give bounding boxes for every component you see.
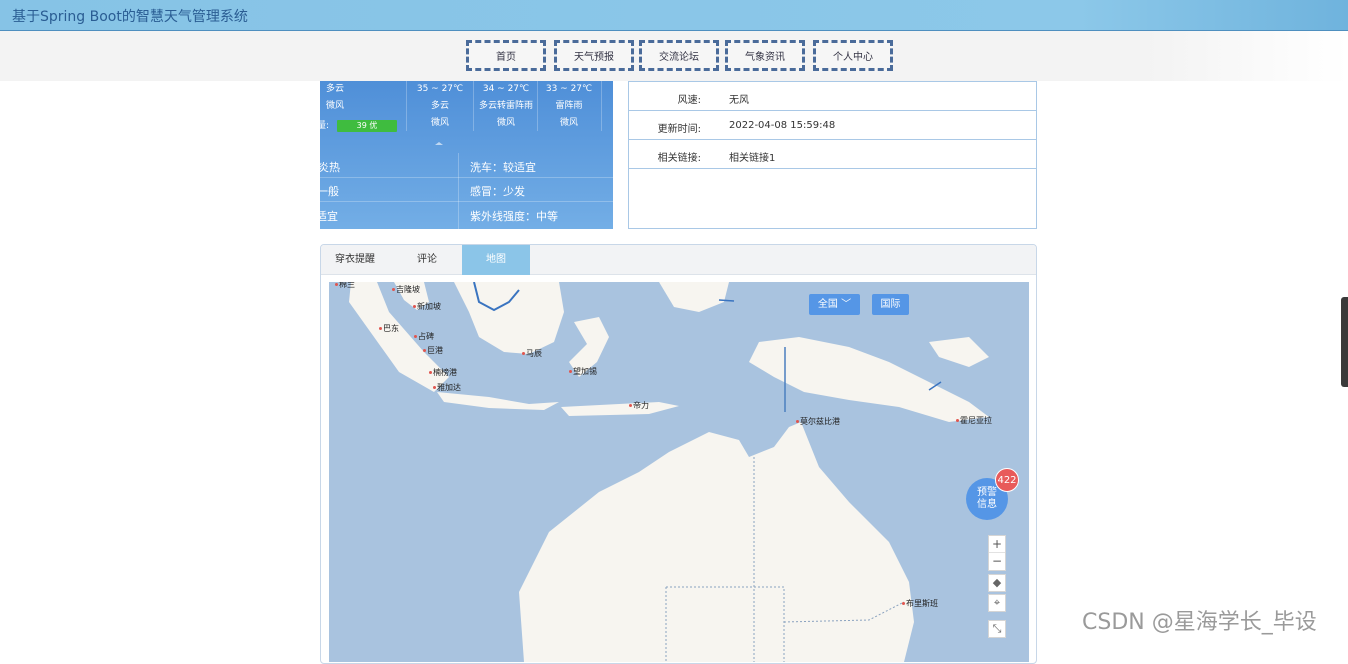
alert-count-badge: 422: [995, 468, 1019, 492]
city-label[interactable]: 望加锡: [569, 366, 597, 377]
main-nav: 首页 天气预报 交流论坛 气象资讯 个人中心: [0, 31, 1348, 81]
city-label[interactable]: 莫尔兹比港: [796, 416, 840, 427]
landmass: [929, 337, 989, 367]
city-label[interactable]: 新加坡: [413, 301, 441, 312]
watermark: CSDN @星海学长_毕设: [1082, 610, 1317, 635]
city-label[interactable]: 棉兰: [335, 282, 355, 290]
zoom-control: + −: [988, 535, 1006, 571]
tab-panel: 穿衣提醒 评论 地图 棉兰 吉隆坡 新加坡 巴东 占碑 巨港 楠榜港 雅加达 马…: [320, 244, 1037, 664]
forecast-desc: 雷阵雨: [555, 101, 583, 111]
tip-cold: 感冒：少发: [470, 185, 525, 198]
info-key: 风速:: [677, 95, 701, 106]
nav-profile[interactable]: 个人中心: [813, 40, 893, 71]
collapse-arrow-icon[interactable]: [435, 141, 443, 145]
tab-clothing[interactable]: 穿衣提醒: [321, 245, 389, 275]
landmass: [437, 392, 559, 410]
landmass: [454, 282, 564, 354]
region-national-button[interactable]: 全国 ﹀: [809, 294, 860, 315]
city-label[interactable]: 吉隆坡: [392, 284, 420, 295]
forecast-wind: 微风: [496, 118, 515, 128]
forecast-temp: 33 ~ 27℃: [545, 84, 593, 94]
weather-info-table: 风速: 无风 更新时间: 2022-04-08 15:59:48 相关链接: 相…: [628, 81, 1037, 229]
alert-text-2: 信息: [977, 499, 997, 510]
landmass: [561, 402, 679, 416]
info-row-link: 相关链接: 相关链接1: [629, 140, 1036, 169]
zoom-in-button[interactable]: +: [989, 536, 1005, 553]
tip-carwash: 洗车：较适宜: [470, 161, 536, 174]
forecast-temp: 35 ~ 27℃: [416, 84, 464, 94]
nav-forecast[interactable]: 天气预报: [554, 40, 634, 71]
locate-icon[interactable]: ⌖: [988, 594, 1006, 612]
weather-map[interactable]: 棉兰 吉隆坡 新加坡 巴东 占碑 巨港 楠榜港 雅加达 马辰 望加锡 帝力 莫尔…: [329, 282, 1029, 662]
today-weather: 多云 微风: [326, 81, 386, 143]
tip-uv: 紫外线强度：中等: [470, 210, 558, 223]
city-label[interactable]: 马辰: [522, 348, 542, 359]
city-label[interactable]: 雅加达: [433, 382, 461, 393]
nav-home[interactable]: 首页: [466, 40, 546, 71]
city-label[interactable]: 帝力: [629, 400, 649, 411]
forecast-day-2: 34 ~ 27℃ 多云转雷阵雨 微风: [474, 81, 538, 143]
city-label[interactable]: 楠榜港: [429, 367, 457, 378]
app-header: 基于Spring Boot的智慧天气管理系统: [0, 0, 1348, 31]
app-title: 基于Spring Boot的智慧天气管理系统: [12, 9, 248, 25]
forecast-wind: 微风: [430, 118, 449, 128]
city-label[interactable]: 巨港: [423, 345, 443, 356]
forecast-day-3: 33 ~ 27℃ 雷阵雨 微风: [538, 81, 600, 143]
forecast-desc: 多云转雷阵雨: [478, 101, 533, 111]
city-label[interactable]: 布里斯班: [902, 598, 938, 609]
info-key: 更新时间:: [657, 124, 701, 135]
city-label[interactable]: 占碑: [414, 331, 434, 342]
zoom-out-button[interactable]: −: [989, 553, 1005, 570]
tip-left-2: 一般: [320, 185, 339, 198]
page-scrollbar[interactable]: [1341, 297, 1348, 387]
tab-map[interactable]: 地图: [462, 245, 530, 275]
nav-forum[interactable]: 交流论坛: [639, 40, 719, 71]
landmass: [659, 282, 729, 312]
aqi-badge: 39 优: [337, 120, 397, 132]
china-map-icon[interactable]: ◆: [988, 574, 1006, 592]
tab-comments[interactable]: 评论: [393, 245, 461, 275]
tip-left-1: 炎热: [320, 161, 340, 174]
related-link[interactable]: 相关链接1: [729, 149, 775, 164]
info-key: 相关链接:: [657, 153, 701, 164]
nav-news[interactable]: 气象资讯: [725, 40, 805, 71]
today-wind: 微风: [326, 101, 345, 111]
info-row-wind: 风速: 无风: [629, 82, 1036, 111]
city-label[interactable]: 巴东: [379, 323, 399, 334]
city-label[interactable]: 霍尼亚拉: [956, 415, 992, 426]
today-desc: 多云: [326, 84, 345, 94]
tip-left-3: 适宜: [320, 210, 338, 223]
forecast-desc: 多云: [430, 101, 449, 111]
region-international-button[interactable]: 国际: [872, 294, 909, 315]
aqi-label: 量:: [320, 121, 330, 131]
weather-widget: 多云 微风 量: 39 优 35 ~ 27℃ 多云 微风 34 ~ 27℃ 多云…: [320, 81, 613, 229]
fullscreen-icon[interactable]: ⤡: [988, 620, 1006, 638]
info-value: 2022-04-08 15:59:48: [729, 120, 836, 131]
forecast-wind: 微风: [559, 118, 578, 128]
landmass: [519, 422, 914, 662]
tab-bar: 穿衣提醒 评论 地图: [321, 245, 1036, 275]
forecast-day-1: 35 ~ 27℃ 多云 微风: [408, 81, 472, 143]
info-row-updated: 更新时间: 2022-04-08 15:59:48: [629, 111, 1036, 140]
info-value: 无风: [729, 95, 749, 106]
forecast-temp: 34 ~ 27℃: [482, 84, 530, 94]
